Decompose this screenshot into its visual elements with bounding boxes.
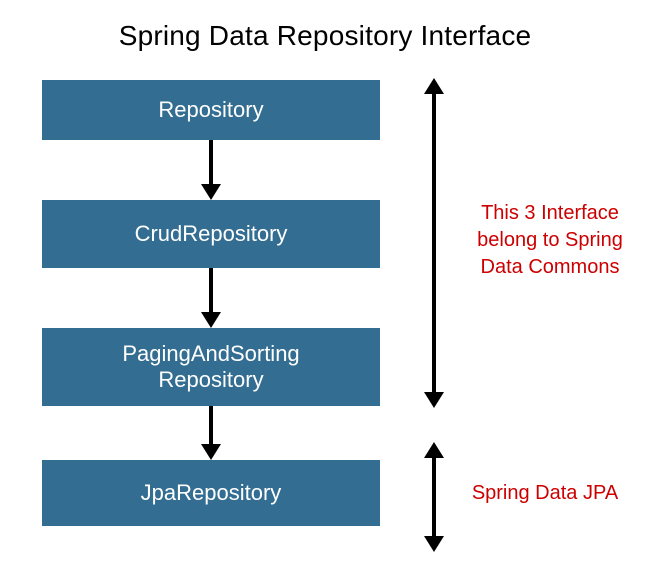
pagingandsorting-label-line2: Repository [158,367,263,393]
crudrepository-box: CrudRepository [42,200,380,268]
repository-box: Repository [42,80,380,140]
note-spring-data-commons: This 3 Interface belong to Spring Data C… [460,200,640,281]
arrow-repo-to-crud [205,140,217,200]
note-spring-data-jpa: Spring Data JPA [460,480,630,507]
pagingandsorting-label-line1: PagingAndSorting [122,341,299,367]
arrow-crud-to-paging [205,268,217,328]
pagingandsorting-box: PagingAndSorting Repository [42,328,380,406]
jparepository-box: JpaRepository [42,460,380,526]
jparepository-label: JpaRepository [141,480,282,506]
arrow-paging-to-jpa [205,406,217,460]
diagram-title: Spring Data Repository Interface [0,20,650,52]
crudrepository-label: CrudRepository [135,221,288,247]
repository-label: Repository [158,97,263,123]
